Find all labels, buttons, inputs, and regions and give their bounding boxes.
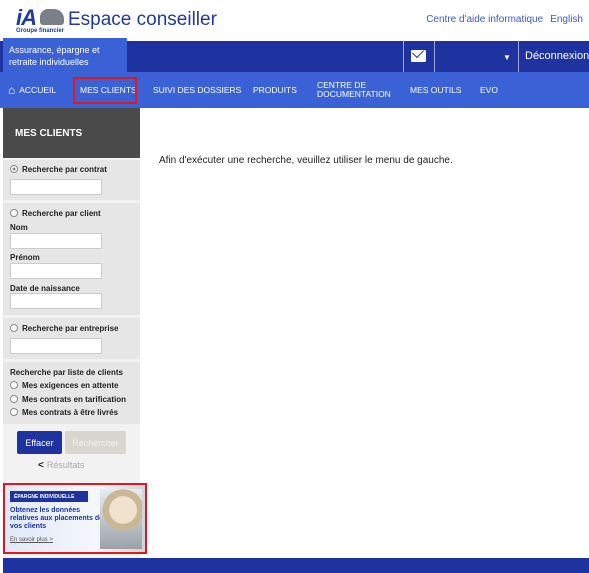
prenom-input[interactable] <box>10 263 102 279</box>
nav-home[interactable]: ⌂ ACCUEIL <box>8 72 56 108</box>
section-label: Assurance, épargne et retraite individue… <box>3 38 127 72</box>
caret-down-icon[interactable]: ▼ <box>503 53 511 62</box>
list-label: Recherche par liste de clients <box>10 368 123 377</box>
radio-contract[interactable]: Recherche par contrat <box>10 165 107 174</box>
nav-suivi-dossiers[interactable]: SUIVI DES DOSSIERS <box>153 72 241 108</box>
radio-exigences[interactable]: Mes exigences en attente <box>10 381 118 390</box>
nom-input[interactable] <box>10 233 102 249</box>
company-input[interactable] <box>10 338 102 354</box>
advisor-photo <box>100 489 142 549</box>
dob-input[interactable] <box>10 293 102 309</box>
radio-icon <box>10 165 18 173</box>
clear-button[interactable]: Effacer <box>17 431 62 454</box>
learn-more-link[interactable]: En savoir plus > <box>10 537 53 543</box>
app-title: Espace conseiller <box>68 9 217 30</box>
radio-livres[interactable]: Mes contrats à être livrés <box>10 408 118 417</box>
main-message: Afin d'exécuter une recherche, veuillez … <box>159 155 453 166</box>
ia-logo[interactable]: iA Groupe financier <box>16 5 66 35</box>
footer-bar <box>3 558 589 573</box>
nav-produits[interactable]: PRODUITS <box>253 72 297 108</box>
prenom-label: Prénom <box>10 253 40 262</box>
home-icon: ⌂ <box>8 82 16 97</box>
promo-banner[interactable]: ÉPARGNE INDIVIDUELLE Obtenez les données… <box>3 483 147 554</box>
dob-label: Date de naissance <box>10 284 80 293</box>
results-link[interactable]: < Résultats <box>38 460 84 471</box>
nom-label: Nom <box>10 223 28 232</box>
nav-evo[interactable]: EVO <box>480 72 498 108</box>
english-link[interactable]: English <box>550 14 583 25</box>
sidebar-title: MES CLIENTS <box>3 108 140 158</box>
radio-icon <box>10 324 18 332</box>
help-center-link[interactable]: Centre d'aide informatique <box>426 14 543 25</box>
radio-tarification[interactable]: Mes contrats en tarification <box>10 395 126 404</box>
radio-icon <box>10 209 18 217</box>
active-nav-highlight <box>73 77 137 104</box>
elephant-icon <box>40 9 64 25</box>
chevron-left-icon: < <box>38 460 44 471</box>
radio-client[interactable]: Recherche par client <box>10 209 101 218</box>
mail-icon[interactable] <box>411 50 426 62</box>
search-button[interactable]: Rechercher <box>65 431 126 454</box>
logout-button[interactable]: Déconnexion <box>525 50 589 62</box>
nav-mes-outils[interactable]: MES OUTILS <box>410 72 461 108</box>
radio-company[interactable]: Recherche par entreprise <box>10 324 119 333</box>
contract-input[interactable] <box>10 179 102 195</box>
nav-centre-documentation[interactable]: CENTRE DE DOCUMENTATION <box>317 72 397 108</box>
